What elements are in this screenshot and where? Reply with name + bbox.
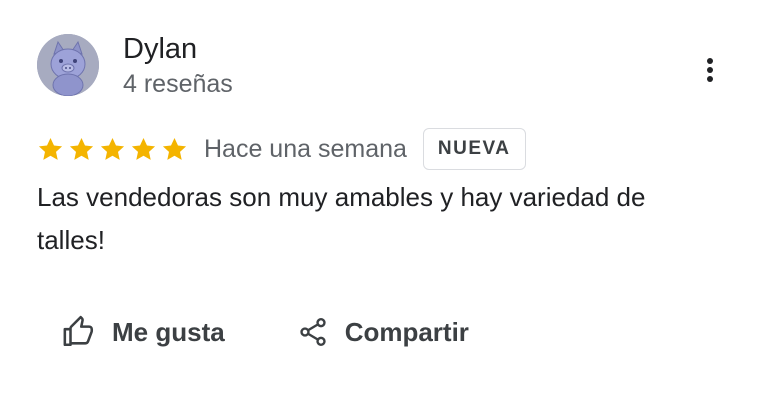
review-card: Dylan 4 reseñas Hace una semana NUEVA La…: [0, 0, 768, 401]
star-icon: [162, 137, 187, 160]
thumb-up-icon: [63, 315, 94, 347]
pig-avatar-icon: [37, 34, 99, 96]
share-button[interactable]: Compartir: [297, 316, 469, 348]
review-actions: Me gusta Compartir: [62, 312, 469, 352]
share-label: Compartir: [344, 316, 469, 347]
author-name[interactable]: Dylan: [123, 31, 197, 67]
share-icon: [300, 318, 326, 346]
star-rating: [37, 136, 188, 163]
review-text: Las vendedoras son muy amables y hay var…: [37, 182, 646, 255]
star-icon: [131, 137, 156, 160]
rating-row: Hace una semana NUEVA: [37, 128, 526, 170]
new-badge: NUEVA: [422, 128, 526, 170]
review-date: Hace una semana: [204, 134, 407, 163]
author-review-count: 4 reseñas: [123, 70, 233, 98]
like-label: Me gusta: [112, 316, 225, 347]
star-icon: [100, 137, 125, 160]
more-options-button[interactable]: [690, 48, 730, 92]
star-icon: [38, 137, 63, 160]
star-icon: [69, 137, 94, 160]
like-button[interactable]: Me gusta: [62, 315, 225, 349]
more-vert-icon: [707, 58, 713, 82]
author-avatar[interactable]: [37, 34, 99, 96]
